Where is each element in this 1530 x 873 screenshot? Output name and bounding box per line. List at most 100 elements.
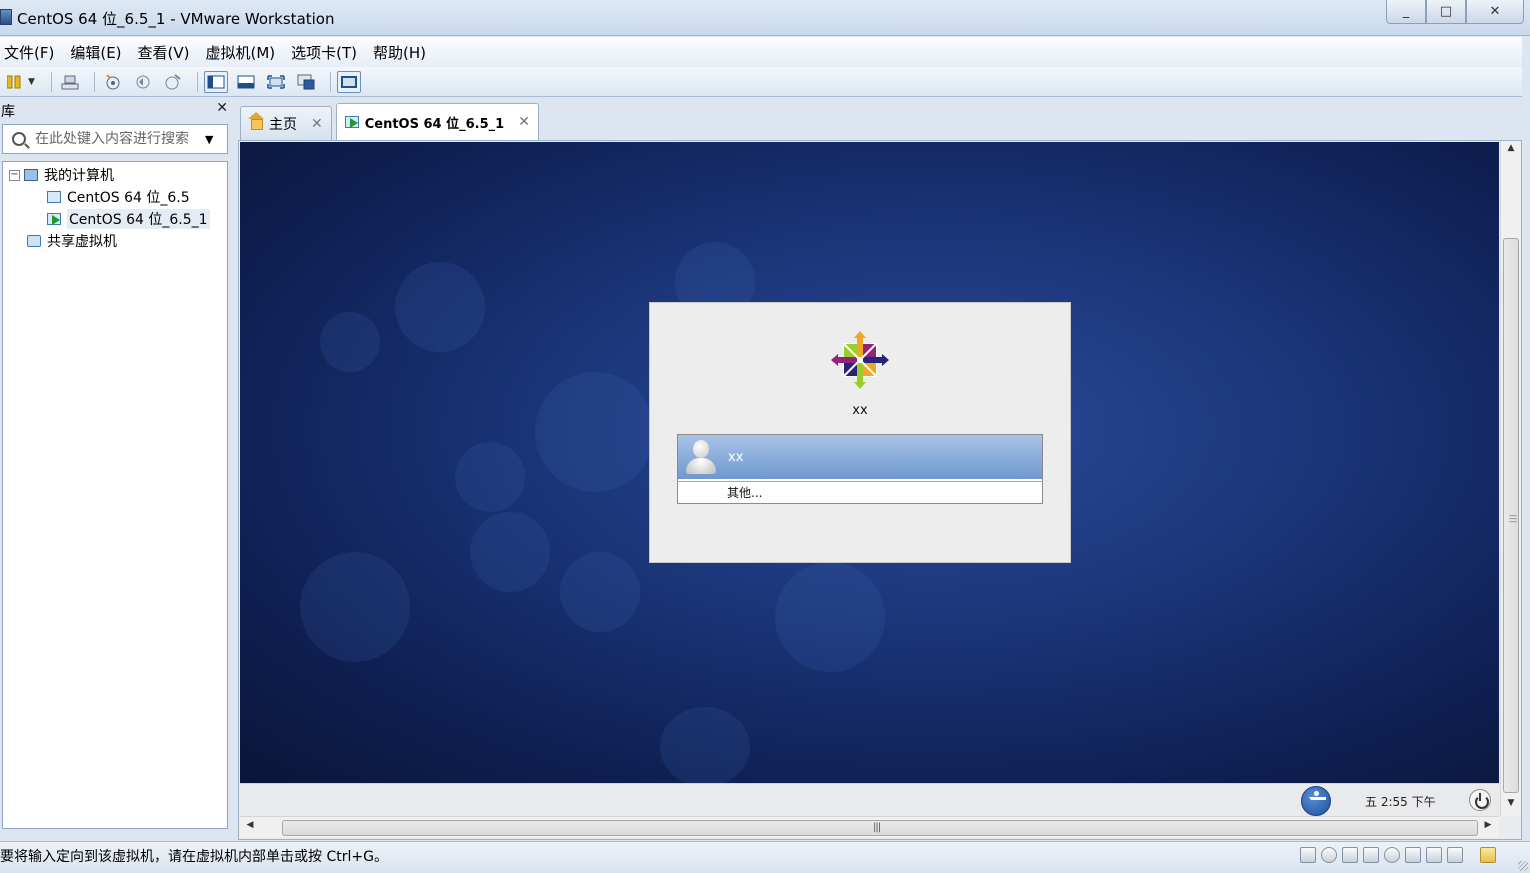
horizontal-scroll-thumb[interactable]: ||| [282,820,1478,836]
thumbnail-bar-button[interactable] [234,71,258,93]
menu-vm[interactable]: 虚拟机(M) [202,42,280,63]
library-close-icon[interactable]: ✕ [216,100,228,116]
other-user-row[interactable]: 其他... [678,481,1042,503]
vm-screen[interactable]: xx xx 其他... [240,142,1499,783]
status-message: 要将输入定向到该虚拟机，请在虚拟机内部单击或按 Ctrl+G。 [0,849,388,865]
pause-button[interactable] [2,71,26,93]
accessibility-icon[interactable] [1301,786,1331,816]
fullscreen-icon [267,74,285,89]
shared-folder-icon[interactable] [1480,847,1496,863]
display-icon[interactable] [1426,847,1442,863]
guest-login-panel: 五 2:55 下午 [240,783,1499,816]
menu-help[interactable]: 帮助(H) [369,42,430,63]
removable-device-icon[interactable] [1447,847,1463,863]
close-button[interactable]: ✕ [1466,0,1524,24]
take-snapshot-button[interactable] [101,71,125,93]
vertical-scroll-thumb[interactable]: — — — [1503,238,1519,793]
minimize-button[interactable]: _ [1386,0,1426,24]
background-bokeh [300,552,410,662]
printer-icon[interactable] [1363,847,1379,863]
console-view-icon [340,75,357,88]
home-icon [248,111,264,130]
unity-icon [297,74,315,89]
resize-grip-icon[interactable] [1518,861,1528,871]
tree-collapse-icon[interactable]: − [9,169,20,181]
toolbar-separator [50,71,52,92]
revert-snapshot-icon [136,75,150,88]
device-status-icons [1300,847,1496,863]
background-bokeh [320,312,380,372]
tab-close-icon[interactable]: ✕ [518,114,530,130]
tab-close-icon[interactable]: ✕ [311,116,323,132]
menu-bar: 文件(F) 编辑(E) 查看(V) 虚拟机(M) 选项卡(T) 帮助(H) [0,37,1522,67]
toolbar-separator [93,71,95,92]
tab-label: CentOS 64 位_6.5_1 [364,116,505,132]
send-ctrl-alt-del-icon [61,75,79,89]
revert-snapshot-button[interactable] [131,71,155,93]
thumbnail-bar-icon [237,75,255,88]
menu-edit[interactable]: 编辑(E) [66,42,125,63]
scroll-grip-icon: — — — [1509,511,1517,526]
vm-running-icon [344,116,359,128]
scroll-right-icon[interactable]: ▶ [1480,820,1496,830]
close-icon: ✕ [1489,4,1501,19]
menu-view[interactable]: 查看(V) [134,42,194,63]
user-row-selected[interactable]: xx [678,435,1042,479]
shared-vms-icon [27,235,41,247]
background-bokeh [560,552,640,632]
unity-button[interactable] [294,71,318,93]
background-bokeh [395,262,485,352]
scroll-down-icon[interactable]: ▼ [1501,798,1521,814]
vm-running-icon [47,213,61,225]
tree-item-vm[interactable]: CentOS 64 位_6.5 [47,186,190,208]
status-bar: 要将输入定向到该虚拟机，请在虚拟机内部单击或按 Ctrl+G。 [0,841,1530,873]
vm-icon [47,191,61,203]
library-title: 库 [1,104,15,120]
console-view-button[interactable] [336,70,361,93]
snapshot-manager-button[interactable] [161,71,185,93]
send-ctrl-alt-del-button[interactable] [58,71,82,93]
maximize-button[interactable]: □ [1426,0,1466,24]
user-avatar-icon [684,438,718,476]
fullscreen-button[interactable] [264,71,288,93]
snapshot-manager-icon [165,73,181,89]
library-panel: 库 ✕ ▼ − 我的计算机 CentOS 64 位_6.5 CentOS 64 … [0,99,232,831]
background-bokeh [775,562,885,672]
background-bokeh [470,512,550,592]
library-search-input[interactable] [35,131,203,147]
network-icon[interactable] [1342,847,1358,863]
title-bar: CentOS 64 位_6.5_1 - VMware Workstation _… [0,0,1530,36]
tree-item-label: CentOS 64 位_6.5_1 [67,209,210,229]
power-icon[interactable] [1469,789,1491,811]
scroll-left-icon[interactable]: ◀ [242,820,258,830]
minimize-icon: _ [1402,4,1410,19]
horizontal-scrollbar[interactable]: ◀ ||| ▶ [240,816,1499,838]
guest-clock: 五 2:55 下午 [1365,795,1436,809]
hard-disk-icon[interactable] [1300,847,1316,863]
user-name: xx [728,449,744,465]
menu-tabs[interactable]: 选项卡(T) [287,42,361,63]
cd-dvd-icon[interactable] [1321,847,1337,863]
menu-file[interactable]: 文件(F) [0,42,58,63]
tree-item-shared-vms[interactable]: 共享虚拟机 [27,230,117,252]
tab-home[interactable]: 主页 ✕ [240,106,332,140]
window-title: CentOS 64 位_6.5_1 - VMware Workstation [17,10,335,28]
sound-icon[interactable] [1384,847,1400,863]
tree-item-label: 我的计算机 [44,168,114,184]
tree-item-my-computer[interactable]: − 我的计算机 [9,164,114,186]
library-search: ▼ [2,124,228,154]
pause-icon [7,75,21,88]
login-hostname: xx [852,403,868,418]
tree-item-vm-selected[interactable]: CentOS 64 位_6.5_1 [47,208,210,230]
vm-console-frame: xx xx 其他... 五 2:55 下午 ▲ — — — ▼ ◀ ||| ▶ [238,140,1522,840]
show-library-button[interactable] [203,70,228,93]
user-list: xx 其他... [677,434,1043,504]
tab-vm[interactable]: CentOS 64 位_6.5_1 ✕ [335,103,539,140]
library-tree: − 我的计算机 CentOS 64 位_6.5 CentOS 64 位_6.5_… [2,161,228,829]
vertical-scrollbar[interactable]: ▲ — — — ▼ [1500,141,1521,816]
search-icon [12,132,26,146]
usb-icon[interactable] [1405,847,1421,863]
search-dropdown-icon[interactable]: ▼ [205,133,213,146]
power-dropdown-arrow-icon[interactable]: ▼ [28,77,35,87]
scroll-up-icon[interactable]: ▲ [1501,143,1521,159]
